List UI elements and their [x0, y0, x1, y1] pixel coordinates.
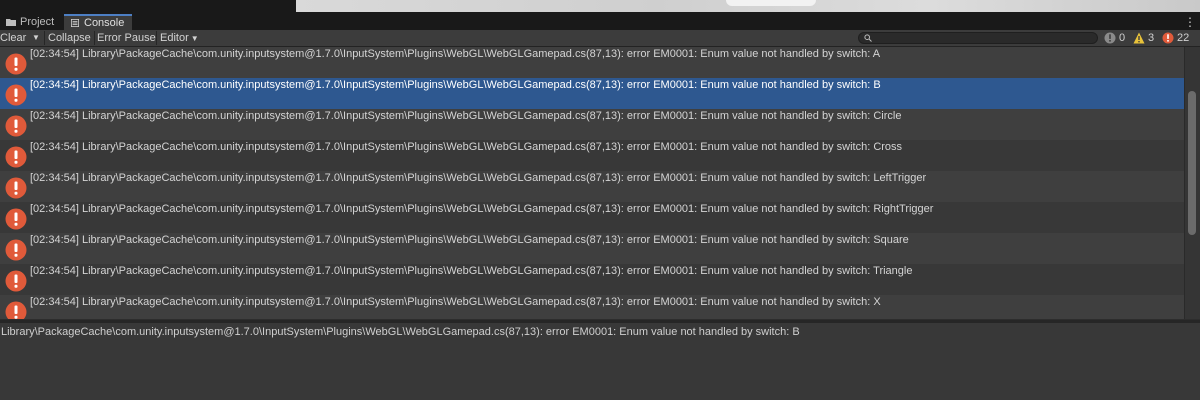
clear-dropdown-icon[interactable]: ▼	[32, 30, 40, 46]
error-icon	[5, 115, 27, 137]
error-count: 22	[1177, 32, 1190, 44]
log-entry-text: [02:34:54] Library\PackageCache\com.unit…	[30, 203, 934, 215]
clear-button[interactable]: Clear	[0, 30, 26, 46]
log-entry[interactable]: [02:34:54] Library\PackageCache\com.unit…	[0, 202, 1184, 233]
tab-console-label: Console	[84, 17, 125, 29]
scene-object	[726, 0, 816, 6]
log-entry[interactable]: [02:34:54] Library\PackageCache\com.unit…	[0, 140, 1184, 171]
info-count-toggle[interactable]: 0	[1104, 31, 1125, 45]
editor-dropdown-label: Editor	[160, 32, 189, 44]
error-pause-toggle[interactable]: Error Pause	[97, 30, 156, 46]
error-icon	[5, 301, 27, 319]
log-entry-text: [02:34:54] Library\PackageCache\com.unit…	[30, 265, 913, 277]
toolbar-divider	[44, 31, 45, 45]
error-icon	[5, 177, 27, 199]
info-count: 0	[1119, 32, 1126, 44]
collapse-toggle[interactable]: Collapse	[48, 30, 91, 46]
log-list-scrollbar[interactable]	[1184, 47, 1200, 319]
log-entry-text: [02:34:54] Library\PackageCache\com.unit…	[30, 296, 881, 308]
error-icon	[5, 208, 27, 230]
log-entry[interactable]: [02:34:54] Library\PackageCache\com.unit…	[0, 295, 1184, 319]
log-entry-text: [02:34:54] Library\PackageCache\com.unit…	[30, 48, 881, 60]
log-detail-panel: Library\PackageCache\com.unity.inputsyst…	[0, 323, 1200, 400]
log-detail-text: Library\PackageCache\com.unity.inputsyst…	[1, 326, 800, 338]
warning-count-toggle[interactable]: 3	[1133, 31, 1154, 45]
search-icon	[864, 34, 872, 42]
tab-project-label: Project	[20, 16, 55, 28]
more-options-icon[interactable]: ⋮	[1184, 15, 1196, 29]
scrollbar-thumb[interactable]	[1188, 91, 1196, 235]
log-entry[interactable]: [02:34:54] Library\PackageCache\com.unit…	[0, 233, 1184, 264]
tab-bar: Project Console ⋮	[0, 14, 1200, 30]
warning-count: 3	[1148, 32, 1155, 44]
chevron-down-icon: ▼	[190, 34, 199, 43]
info-icon	[1104, 32, 1116, 44]
console-toolbar: Clear ▼ Collapse Error Pause Editor ▼ 0 3…	[0, 30, 1200, 47]
toolbar-divider	[94, 31, 95, 45]
scene-view-preview	[296, 0, 1200, 12]
error-icon	[5, 146, 27, 168]
log-entry[interactable]: [02:34:54] Library\PackageCache\com.unit…	[0, 264, 1184, 295]
log-entry-text: [02:34:54] Library\PackageCache\com.unit…	[30, 234, 909, 246]
warning-icon	[1133, 32, 1145, 44]
log-entry-text: [02:34:54] Library\PackageCache\com.unit…	[30, 110, 902, 122]
log-entry-text: [02:34:54] Library\PackageCache\com.unit…	[30, 172, 927, 184]
tab-console[interactable]: Console	[64, 14, 132, 30]
error-count-toggle[interactable]: 22	[1162, 31, 1189, 45]
error-icon	[1162, 32, 1174, 44]
error-icon	[5, 239, 27, 261]
window-top-strip	[0, 0, 1200, 14]
tab-project[interactable]: Project	[0, 14, 64, 30]
log-entry-text: [02:34:54] Library\PackageCache\com.unit…	[30, 141, 903, 153]
toolbar-divider	[156, 31, 157, 45]
log-entry-text: [02:34:54] Library\PackageCache\com.unit…	[30, 79, 881, 91]
search-input[interactable]	[875, 33, 1095, 43]
editor-dropdown[interactable]: Editor ▼	[160, 30, 199, 46]
log-list: [02:34:54] Library\PackageCache\com.unit…	[0, 47, 1184, 319]
log-entry[interactable]: [02:34:54] Library\PackageCache\com.unit…	[0, 171, 1184, 202]
log-entry-selected[interactable]: [02:34:54] Library\PackageCache\com.unit…	[0, 78, 1184, 109]
error-icon	[5, 53, 27, 75]
error-icon	[5, 270, 27, 292]
log-entry[interactable]: [02:34:54] Library\PackageCache\com.unit…	[0, 47, 1184, 78]
search-box[interactable]	[858, 32, 1098, 44]
log-entry[interactable]: [02:34:54] Library\PackageCache\com.unit…	[0, 109, 1184, 140]
console-icon	[71, 19, 79, 27]
folder-icon	[6, 19, 16, 26]
error-icon	[5, 84, 27, 106]
